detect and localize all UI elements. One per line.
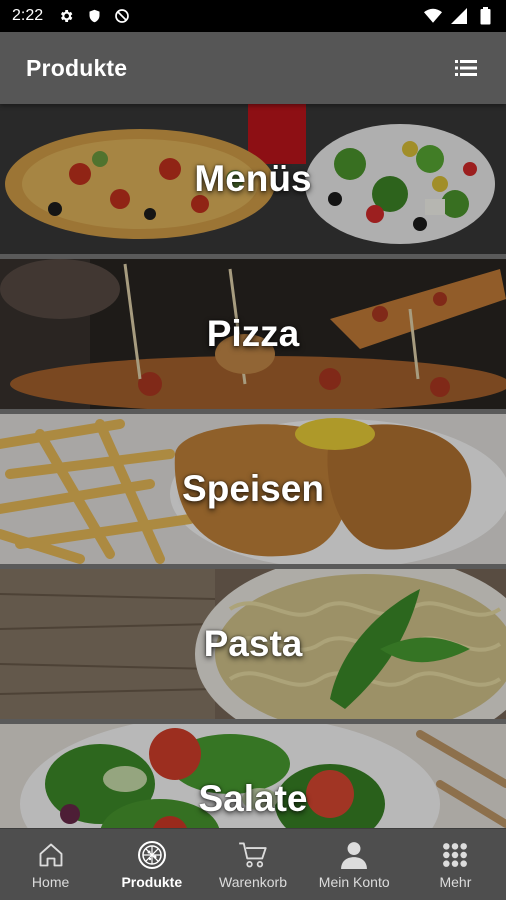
blocked-icon <box>113 7 131 25</box>
person-icon <box>339 840 369 870</box>
nav-warenkorb[interactable]: Warenkorb <box>202 829 303 900</box>
wifi-icon <box>424 7 442 25</box>
cart-icon <box>238 840 268 870</box>
list-icon <box>455 60 477 76</box>
list-view-button[interactable] <box>452 54 480 82</box>
nav-home[interactable]: Home <box>0 829 101 900</box>
category-salate[interactable]: Salate <box>0 724 506 828</box>
status-left-icons <box>57 7 131 25</box>
shield-icon <box>85 7 103 25</box>
home-icon <box>36 840 66 870</box>
status-time: 2:22 <box>12 7 44 24</box>
category-menus[interactable]: Menüs <box>0 104 506 254</box>
category-label: Salate <box>198 778 308 819</box>
nav-mein-konto[interactable]: Mein Konto <box>304 829 405 900</box>
nav-label: Home <box>31 873 70 890</box>
nav-mehr[interactable]: Mehr <box>405 829 506 900</box>
bottom-navigation: Home Produkte Warenkorb Mein Konto Mehr <box>0 828 506 900</box>
nav-produkte[interactable]: Produkte <box>101 829 202 900</box>
status-bar: 2:22 <box>0 0 506 32</box>
category-list: Menüs Pizza Speisen Pasta Salate <box>0 104 506 828</box>
category-pizza[interactable]: Pizza <box>0 259 506 409</box>
category-label: Pizza <box>206 313 300 354</box>
grid-icon <box>440 840 470 870</box>
pizza-icon <box>137 840 167 870</box>
nav-label: Produkte <box>121 873 183 890</box>
category-speisen[interactable]: Speisen <box>0 414 506 564</box>
category-label: Menüs <box>194 158 312 199</box>
gear-icon <box>57 7 75 25</box>
category-label: Pasta <box>203 623 303 664</box>
page-title: Produkte <box>26 54 128 81</box>
status-right-icons <box>424 7 494 25</box>
app-bar: Produkte <box>0 32 506 104</box>
signal-icon <box>450 7 468 25</box>
category-pasta[interactable]: Pasta <box>0 569 506 719</box>
category-label: Speisen <box>182 468 324 509</box>
nav-label: Mehr <box>439 873 472 890</box>
nav-label: Mein Konto <box>318 873 390 890</box>
battery-icon <box>476 7 494 25</box>
nav-label: Warenkorb <box>219 873 287 890</box>
